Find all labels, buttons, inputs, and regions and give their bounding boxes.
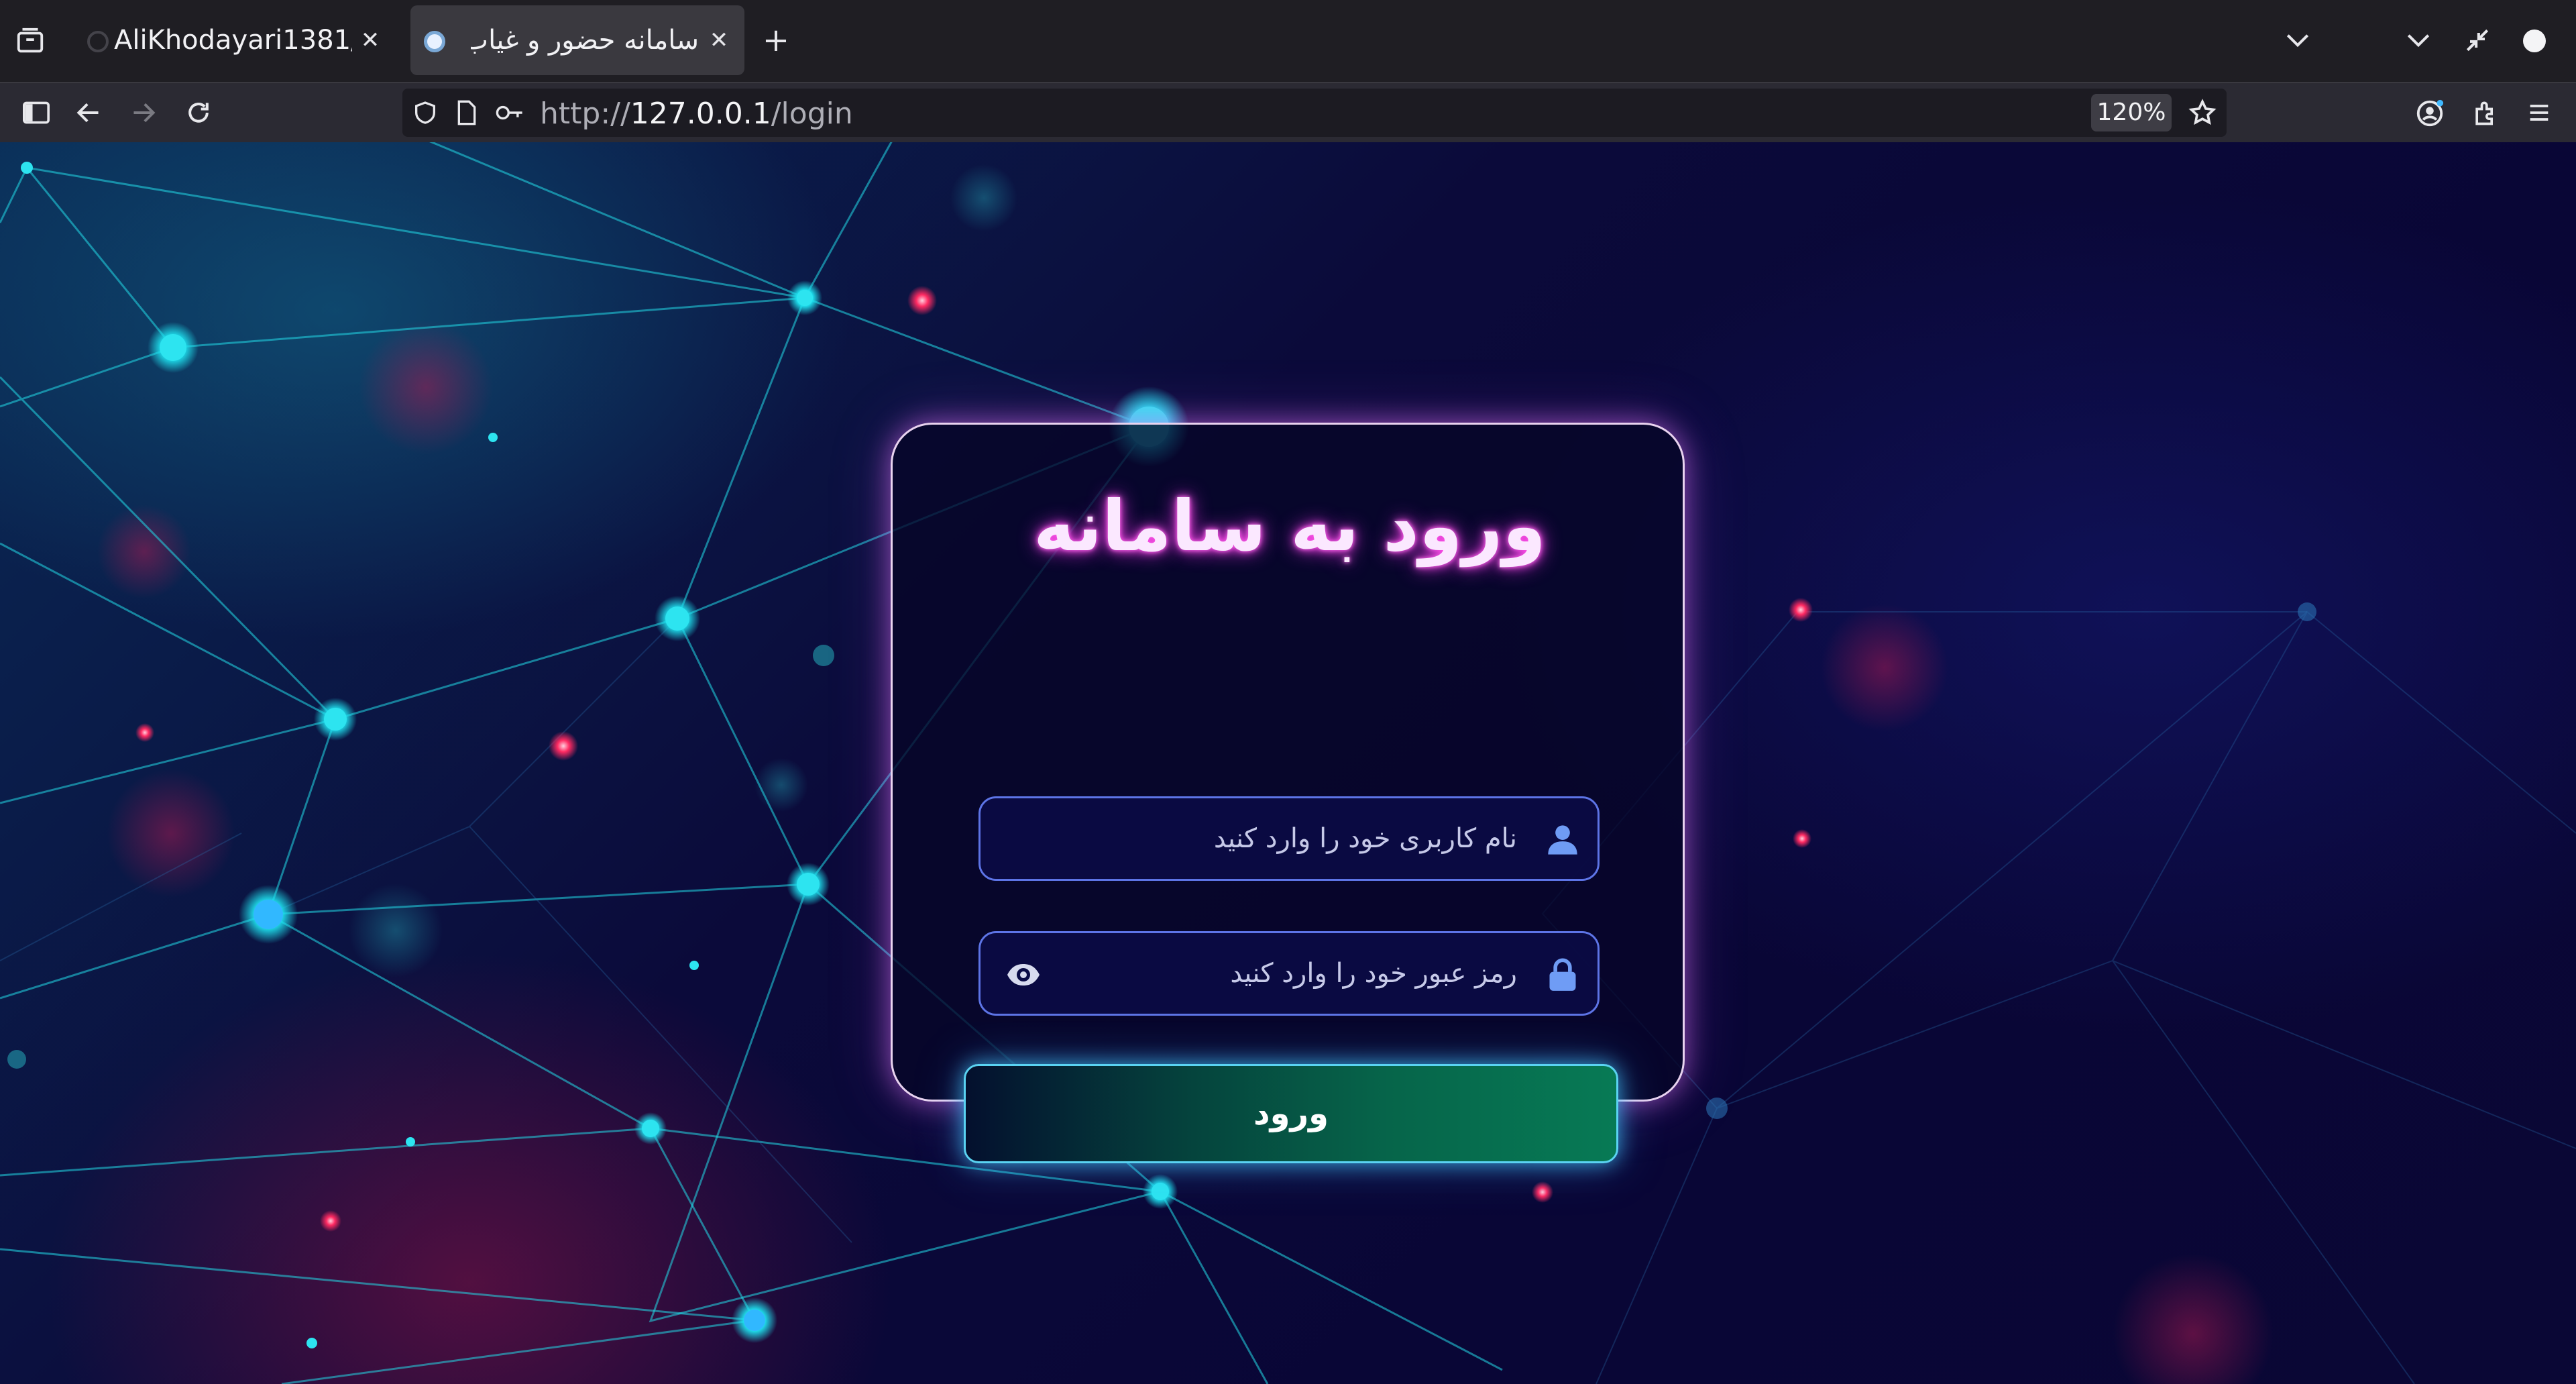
site-favicon-icon xyxy=(424,31,445,52)
zoom-level[interactable]: 120% xyxy=(2091,94,2172,131)
login-title: ورود به سامانه xyxy=(1033,485,1546,567)
back-icon[interactable] xyxy=(74,99,103,126)
close-window-icon[interactable] xyxy=(2523,30,2546,52)
username-field[interactable] xyxy=(978,796,1600,881)
user-icon xyxy=(1548,825,1577,855)
reload-icon[interactable] xyxy=(184,98,213,127)
account-icon[interactable] xyxy=(2414,98,2445,129)
page-info-icon[interactable] xyxy=(455,99,479,126)
tab-title: سامانه حضور و غیاب xyxy=(471,25,699,56)
forward-icon[interactable] xyxy=(129,99,158,126)
tab-github[interactable]: AliKhodayari1381/a ✕ xyxy=(74,5,396,75)
bookmark-star-icon[interactable] xyxy=(2188,98,2217,127)
shield-icon[interactable] xyxy=(412,99,439,126)
login-button[interactable]: ورود xyxy=(964,1064,1618,1163)
tab-list-icon[interactable] xyxy=(15,25,46,56)
address-bar[interactable]: http://127.0.0.1/login 120% xyxy=(402,89,2227,137)
navigation-bar: http://127.0.0.1/login 120% xyxy=(0,82,2576,142)
url-text[interactable]: http://127.0.0.1/login xyxy=(540,97,853,131)
username-input[interactable] xyxy=(1048,798,1517,879)
login-page: ورود به سامانه ورود xyxy=(0,142,2576,1384)
url-host: 127.0.0.1 xyxy=(630,97,771,131)
password-input[interactable] xyxy=(1048,933,1517,1014)
tab-title: AliKhodayari1381/a xyxy=(114,25,352,56)
new-tab-icon[interactable]: + xyxy=(759,20,793,60)
url-path: /login xyxy=(771,97,853,131)
eye-icon[interactable] xyxy=(1006,963,1041,987)
sidebar-icon[interactable] xyxy=(21,99,51,126)
minimize-window-icon[interactable] xyxy=(2463,25,2492,55)
key-icon[interactable] xyxy=(495,101,524,125)
chevron-down-icon[interactable] xyxy=(2283,28,2312,52)
menu-icon[interactable] xyxy=(2526,99,2553,126)
lock-icon xyxy=(1549,958,1576,991)
chevron-down-icon[interactable] xyxy=(2404,28,2433,52)
url-scheme: http:// xyxy=(540,97,630,131)
login-card: ورود به سامانه ورود xyxy=(891,423,1685,1163)
close-tab-icon[interactable]: ✕ xyxy=(706,27,732,54)
extensions-icon[interactable] xyxy=(2471,98,2500,127)
close-tab-icon[interactable]: ✕ xyxy=(357,27,384,54)
github-favicon-icon xyxy=(87,31,109,52)
tab-bar: AliKhodayari1381/a ✕ سامانه حضور و غیاب … xyxy=(0,0,2576,82)
tab-attendance[interactable]: سامانه حضور و غیاب ✕ xyxy=(410,5,744,75)
password-field[interactable] xyxy=(978,931,1600,1016)
